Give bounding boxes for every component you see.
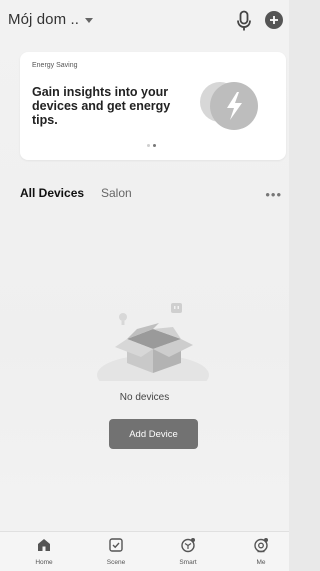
- nav-me[interactable]: Me: [231, 537, 289, 566]
- checkbox-icon: [109, 538, 123, 552]
- bottom-navigation: Home Scene Smart Me: [0, 531, 289, 571]
- empty-box-illustration: [97, 303, 209, 381]
- empty-state-message: No devices: [119, 392, 170, 403]
- card-headline: Gain insights into your devices and get …: [32, 85, 171, 127]
- carousel-dot[interactable]: [147, 144, 150, 147]
- add-button[interactable]: [265, 11, 283, 29]
- plus-icon: [270, 16, 278, 24]
- carousel-dots: [147, 144, 156, 147]
- nav-home-label: Home: [35, 559, 53, 566]
- add-device-button[interactable]: Add Device: [109, 419, 198, 449]
- energy-saving-card[interactable]: Energy Saving Gain insights into your de…: [20, 52, 286, 160]
- home-selector[interactable]: Mój dom ..: [8, 11, 94, 28]
- user-icon: [254, 538, 268, 553]
- microphone-icon[interactable]: [235, 10, 253, 32]
- nav-smart-label: Smart: [179, 559, 197, 566]
- nav-scene[interactable]: Scene: [86, 537, 146, 566]
- nav-home[interactable]: Home: [14, 537, 74, 566]
- lightning-bolt-icon: [200, 82, 258, 130]
- nav-scene-label: Scene: [106, 559, 126, 566]
- card-tag: Energy Saving: [32, 62, 78, 69]
- room-tabs: All Devices Salon •••: [20, 185, 286, 203]
- tab-all-devices[interactable]: All Devices: [20, 185, 84, 201]
- top-bar: Mój dom ..: [0, 0, 289, 44]
- nav-smart[interactable]: Smart: [158, 537, 218, 566]
- more-options-icon[interactable]: •••: [265, 187, 282, 202]
- chevron-down-icon: [85, 18, 94, 23]
- carousel-dot-active[interactable]: [153, 144, 156, 147]
- home-icon: [38, 539, 50, 551]
- app-screen: Mój dom .. Energy Saving Gain insights i…: [0, 0, 289, 571]
- home-name: Mój dom ..: [8, 11, 80, 28]
- cube-icon: [181, 538, 195, 553]
- nav-me-label: Me: [256, 559, 266, 566]
- tab-salon[interactable]: Salon: [101, 185, 132, 201]
